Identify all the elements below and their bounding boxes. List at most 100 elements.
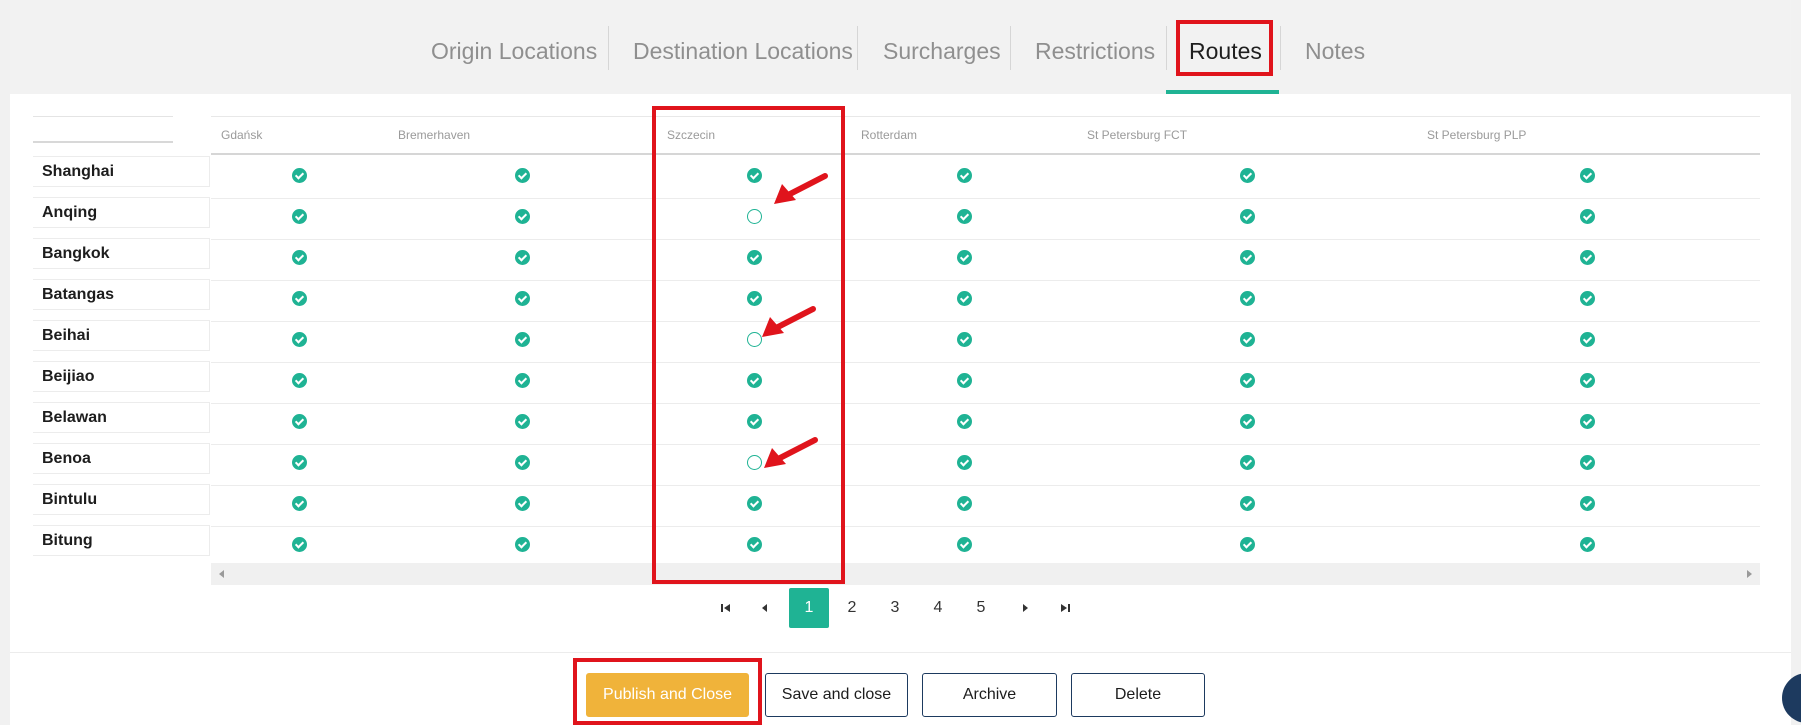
page-2-button[interactable]: 2 [832,588,872,628]
route-enabled-check-icon[interactable] [291,291,307,306]
row-label: Bintulu [33,484,210,515]
route-enabled-check-icon[interactable] [514,496,530,511]
route-enabled-check-icon[interactable] [514,291,530,306]
row-label: Batangas [33,279,210,310]
route-enabled-check-icon[interactable] [746,250,762,265]
help-button[interactable] [1782,673,1801,723]
page-5-button[interactable]: 5 [961,588,1001,628]
route-enabled-check-icon[interactable] [1239,537,1255,552]
route-enabled-check-icon[interactable] [1239,414,1255,429]
route-enabled-check-icon[interactable] [1239,332,1255,347]
route-enabled-check-icon[interactable] [956,455,972,470]
tab-restrictions[interactable]: Restrictions [1035,34,1155,68]
route-enabled-check-icon[interactable] [956,537,972,552]
row-divider [211,239,1760,240]
last-page-button[interactable] [1045,588,1085,628]
route-enabled-check-icon[interactable] [1239,209,1255,224]
route-enabled-check-icon[interactable] [514,455,530,470]
route-enabled-check-icon[interactable] [956,209,972,224]
route-enabled-check-icon[interactable] [291,414,307,429]
route-enabled-check-icon[interactable] [1239,291,1255,306]
delete-button[interactable]: Delete [1071,673,1205,717]
route-enabled-check-icon[interactable] [1579,168,1595,183]
route-enabled-check-icon[interactable] [1579,209,1595,224]
route-enabled-check-icon[interactable] [1239,455,1255,470]
route-enabled-check-icon[interactable] [956,373,972,388]
route-enabled-check-icon[interactable] [746,537,762,552]
route-enabled-check-icon[interactable] [1579,250,1595,265]
tab-surcharges[interactable]: Surcharges [883,34,1001,68]
route-enabled-check-icon[interactable] [956,250,972,265]
publish-and-close-button[interactable]: Publish and Close [586,673,749,717]
row-header-divider [33,141,173,143]
route-disabled-circle-icon[interactable] [746,209,762,224]
route-enabled-check-icon[interactable] [291,168,307,183]
route-disabled-circle-icon[interactable] [746,332,762,347]
route-enabled-check-icon[interactable] [1579,414,1595,429]
last-page-icon [1061,604,1070,612]
route-enabled-check-icon[interactable] [291,209,307,224]
page-1-button[interactable]: 1 [789,588,829,628]
route-enabled-check-icon[interactable] [1579,496,1595,511]
route-enabled-check-icon[interactable] [1579,291,1595,306]
route-enabled-check-icon[interactable] [514,168,530,183]
route-enabled-check-icon[interactable] [514,537,530,552]
scroll-left-icon[interactable] [219,570,224,578]
route-enabled-check-icon[interactable] [956,332,972,347]
route-enabled-check-icon[interactable] [1579,332,1595,347]
tab-notes[interactable]: Notes [1305,34,1365,68]
scroll-right-icon[interactable] [1747,570,1752,578]
route-enabled-check-icon[interactable] [1239,250,1255,265]
route-enabled-check-icon[interactable] [514,250,530,265]
tab-divider [1166,26,1167,70]
row-divider [211,198,1760,199]
tab-divider [857,26,858,70]
previous-page-button[interactable] [745,588,785,628]
route-enabled-check-icon[interactable] [956,496,972,511]
route-enabled-check-icon[interactable] [746,496,762,511]
route-enabled-check-icon[interactable] [746,414,762,429]
tab-origin-locations[interactable]: Origin Locations [431,34,597,68]
route-enabled-check-icon[interactable] [956,291,972,306]
column-header-szczecin: Szczecin [667,128,716,142]
footer-divider [10,652,1791,653]
route-enabled-check-icon[interactable] [1579,537,1595,552]
route-enabled-check-icon[interactable] [291,496,307,511]
route-enabled-check-icon[interactable] [291,455,307,470]
row-header-divider [33,116,173,117]
route-enabled-check-icon[interactable] [291,332,307,347]
next-page-button[interactable] [1005,588,1045,628]
grid-header-bottom-border [211,153,1760,155]
route-enabled-check-icon[interactable] [1239,496,1255,511]
route-enabled-check-icon[interactable] [514,209,530,224]
route-enabled-check-icon[interactable] [514,373,530,388]
route-enabled-check-icon[interactable] [1239,373,1255,388]
archive-button[interactable]: Archive [922,673,1057,717]
page-3-button[interactable]: 3 [875,588,915,628]
save-and-close-button[interactable]: Save and close [765,673,908,717]
tab-destination-locations[interactable]: Destination Locations [633,34,853,68]
grid-header-top-border [211,116,1760,117]
active-tab-indicator [1166,90,1279,94]
annotation-arrow-icon [764,437,818,468]
first-page-button[interactable] [706,588,746,628]
route-enabled-check-icon[interactable] [514,332,530,347]
route-enabled-check-icon[interactable] [1239,168,1255,183]
left-gutter [0,0,10,725]
route-enabled-check-icon[interactable] [291,537,307,552]
route-enabled-check-icon[interactable] [746,291,762,306]
route-enabled-check-icon[interactable] [514,414,530,429]
route-enabled-check-icon[interactable] [1579,455,1595,470]
route-enabled-check-icon[interactable] [956,168,972,183]
route-enabled-check-icon[interactable] [291,373,307,388]
horizontal-scrollbar[interactable] [211,563,1760,585]
route-enabled-check-icon[interactable] [746,373,762,388]
route-enabled-check-icon[interactable] [291,250,307,265]
route-enabled-check-icon[interactable] [1579,373,1595,388]
route-disabled-circle-icon[interactable] [746,455,762,470]
page-4-button[interactable]: 4 [918,588,958,628]
route-enabled-check-icon[interactable] [746,168,762,183]
route-enabled-check-icon[interactable] [956,414,972,429]
tab-routes[interactable]: Routes [1189,34,1262,68]
tab-divider [608,26,609,70]
